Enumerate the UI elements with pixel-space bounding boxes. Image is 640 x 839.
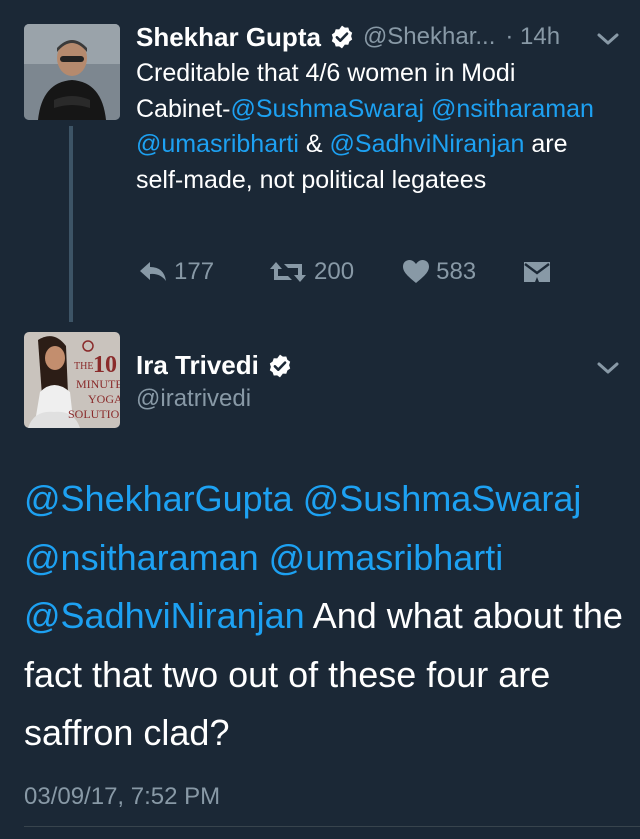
text-segment: & xyxy=(298,130,330,158)
chevron-down-icon[interactable] xyxy=(595,30,621,48)
avatar-title-yoga: YOGA xyxy=(88,392,120,406)
mention-link[interactable]: @umasribharti xyxy=(269,537,504,578)
tweet-text: @ShekharGupta @SushmaSwaraj @nsitharaman… xyxy=(24,470,624,763)
avatar-title-minute: MINUTE xyxy=(76,377,120,391)
tweet-header: Shekhar Gupta @Shekhar... · 14h xyxy=(136,20,622,54)
retweet-icon xyxy=(270,262,307,282)
direct-message-icon xyxy=(524,262,551,282)
text-segment xyxy=(293,478,303,519)
avatar-title-solution: SOLUTION xyxy=(68,407,120,421)
verified-badge-icon xyxy=(269,354,291,377)
like-count: 583 xyxy=(436,258,477,285)
text-segment xyxy=(259,537,269,578)
mention-link[interactable]: @SushmaSwaraj xyxy=(231,95,425,123)
avatar-title-number: 10 xyxy=(93,352,117,378)
username[interactable]: @iratrivedi xyxy=(136,385,251,413)
display-name[interactable]: Ira Trivedi xyxy=(136,350,259,381)
thread-connector-line xyxy=(69,126,73,322)
like-button[interactable]: 583 xyxy=(402,258,476,286)
tweet-timestamp[interactable]: 03/09/17, 7:52 PM xyxy=(24,783,220,811)
username[interactable]: @Shekhar... xyxy=(363,23,495,51)
tweet-text: Creditable that 4/6 women in Modi Cabine… xyxy=(136,56,606,198)
reply-count: 177 xyxy=(174,258,215,285)
chevron-down-icon[interactable] xyxy=(595,359,621,377)
heart-icon xyxy=(403,260,430,283)
avatar[interactable] xyxy=(24,24,120,120)
avatar[interactable]: THE 10 MINUTE YOGA SOLUTION xyxy=(24,332,120,428)
retweet-count: 200 xyxy=(314,258,355,285)
reply-button[interactable]: 177 xyxy=(138,258,214,286)
avatar-title-the: THE xyxy=(74,361,93,372)
mention-link[interactable]: @SadhviNiranjan xyxy=(24,595,305,636)
mention-link[interactable]: @umasribharti xyxy=(136,130,299,158)
direct-message-button[interactable] xyxy=(522,259,552,285)
mention-link[interactable]: @SadhviNiranjan xyxy=(330,130,525,158)
tweet-time[interactable]: · 14h xyxy=(505,23,560,51)
tweet-actions: 177 200 583 xyxy=(138,254,552,290)
display-name[interactable]: Shekhar Gupta xyxy=(136,22,321,53)
mention-link[interactable]: @ShekharGupta xyxy=(24,478,293,519)
reply-icon xyxy=(140,262,166,281)
divider xyxy=(24,826,640,827)
mention-link[interactable]: @SushmaSwaraj xyxy=(303,478,582,519)
retweet-button[interactable]: 200 xyxy=(268,258,354,286)
mention-link[interactable]: @nsitharaman xyxy=(431,95,594,123)
mention-link[interactable]: @nsitharaman xyxy=(24,537,259,578)
text-segment xyxy=(424,95,431,123)
verified-badge-icon xyxy=(331,25,353,49)
tweet-header: Ira Trivedi xyxy=(136,350,293,381)
